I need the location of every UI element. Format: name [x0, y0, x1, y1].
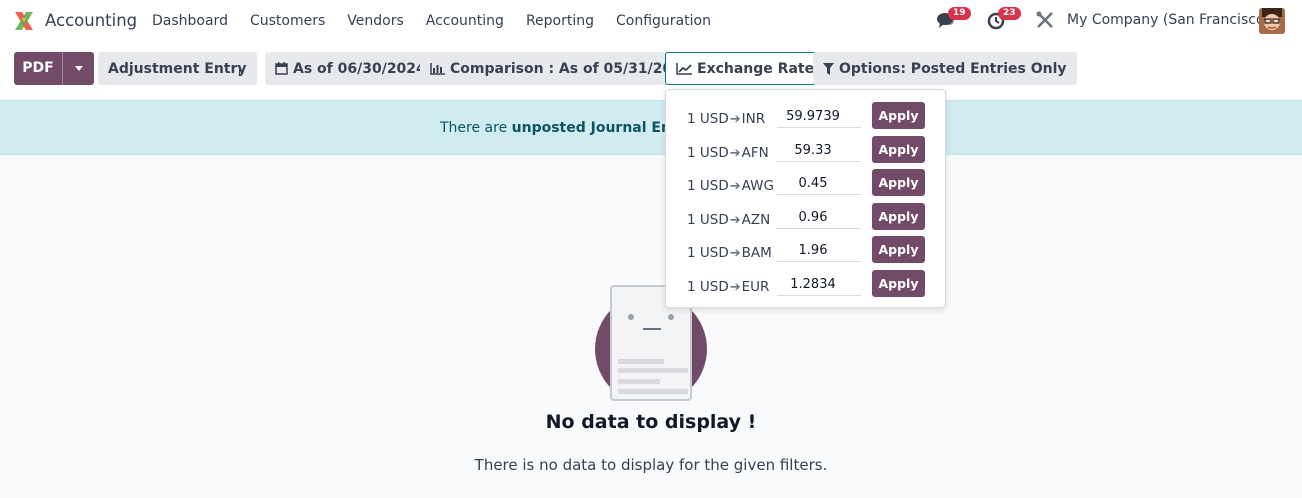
rate-input[interactable]: [777, 274, 861, 296]
rate-base: 1 USD: [687, 212, 729, 228]
empty-state-subtitle: There is no data to display for the give…: [474, 456, 828, 474]
rate-label: 1 USD ➔ AFN: [687, 145, 769, 161]
adjustment-entry-button[interactable]: Adjustment Entry: [98, 52, 257, 85]
apply-button[interactable]: Apply: [872, 169, 925, 196]
rate-base: 1 USD: [687, 145, 729, 161]
caret-down-icon: [74, 66, 83, 71]
rate-row-bam: 1 USD➔BAM Apply: [666, 236, 947, 270]
adjustment-entry-label: Adjustment Entry: [108, 60, 247, 77]
rate-row-afn: 1 USD➔AFN Apply: [666, 136, 947, 170]
messages-badge: 19: [948, 7, 971, 20]
arrow-right-icon: ➔: [729, 279, 741, 295]
rate-base: 1 USD: [687, 178, 729, 194]
rate-base: 1 USD: [687, 245, 729, 261]
unposted-entries-alert: There are unposted Journal Entries: [0, 100, 1302, 155]
rate-row-azn: 1 USD➔AZN Apply: [666, 203, 947, 237]
rate-row-inr: 1 USD➔INR Apply: [666, 102, 947, 136]
rate-input[interactable]: [777, 240, 861, 262]
apply-button[interactable]: Apply: [872, 203, 925, 230]
messages-button[interactable]: 19: [936, 7, 971, 32]
arrow-right-icon: ➔: [729, 245, 741, 261]
menu-customers[interactable]: Customers: [239, 0, 336, 42]
report-content: No data to display ! There is no data to…: [0, 155, 1302, 498]
top-navbar: Accounting Dashboard Customers Vendors A…: [0, 0, 1302, 42]
rate-label: 1 USD ➔ AWG: [687, 178, 774, 194]
menu-accounting[interactable]: Accounting: [415, 0, 515, 42]
rate-input[interactable]: [777, 207, 861, 229]
exchange-rates-dropdown: 1 USD➔INR Apply 1 USD➔AFN Apply 1 USD➔AW…: [665, 89, 946, 308]
apply-button[interactable]: Apply: [872, 236, 925, 263]
bar-chart-icon: [430, 62, 445, 75]
line-chart-icon: [676, 62, 692, 75]
arrow-right-icon: ➔: [729, 212, 741, 228]
rate-row-awg: 1 USD➔AWG Apply: [666, 169, 947, 203]
rate-row-eur: 1 USD➔EUR Apply: [666, 270, 947, 304]
pdf-dropdown-toggle[interactable]: [63, 52, 94, 85]
arrow-right-icon: ➔: [729, 111, 741, 127]
settings-button[interactable]: [1035, 10, 1057, 32]
control-panel: PDF Adjustment Entry As of 06/30/2024 Co…: [0, 42, 1302, 100]
arrow-right-icon: ➔: [729, 145, 741, 161]
menu-reporting[interactable]: Reporting: [515, 0, 605, 42]
apply-button[interactable]: Apply: [872, 136, 925, 163]
toolbar-divider: [239, 65, 240, 75]
rate-currency: INR: [741, 111, 766, 127]
arrow-right-icon: ➔: [729, 178, 741, 194]
date-filter-button[interactable]: As of 06/30/2024: [265, 52, 436, 85]
calendar-icon: [275, 62, 288, 75]
exchange-rates-button[interactable]: Exchange Rates: [665, 52, 834, 85]
rate-label: 1 USD ➔ AZN: [687, 212, 770, 228]
rate-label: 1 USD ➔ EUR: [687, 279, 769, 295]
filter-icon: [823, 62, 834, 75]
rate-currency: AWG: [741, 178, 774, 194]
app-name[interactable]: Accounting: [45, 11, 137, 30]
menu-vendors[interactable]: Vendors: [336, 0, 414, 42]
rate-currency: BAM: [741, 245, 772, 261]
menu-dashboard[interactable]: Dashboard: [141, 0, 239, 42]
empty-state-title: No data to display !: [545, 411, 757, 433]
pdf-button-group: PDF: [14, 52, 94, 85]
tools-icon: [1036, 11, 1053, 28]
main-menu: Dashboard Customers Vendors Accounting R…: [141, 0, 722, 42]
exchange-rates-label: Exchange Rates: [697, 60, 823, 77]
activities-button[interactable]: 23: [986, 7, 1021, 32]
rate-base: 1 USD: [687, 111, 729, 127]
rate-input[interactable]: [777, 106, 861, 128]
rate-base: 1 USD: [687, 279, 729, 295]
rate-currency: EUR: [741, 279, 770, 295]
rate-label: 1 USD ➔ INR: [687, 111, 765, 127]
activities-badge: 23: [998, 7, 1021, 20]
rate-currency: AFN: [741, 145, 769, 161]
comparison-filter-label: Comparison : As of 05/31/2024: [450, 60, 692, 77]
alert-prefix: There are: [440, 120, 512, 136]
rate-input[interactable]: [777, 140, 861, 162]
rate-label: 1 USD ➔ BAM: [687, 245, 772, 261]
apply-button[interactable]: Apply: [872, 102, 925, 129]
user-avatar[interactable]: [1259, 8, 1285, 34]
avatar-face-icon: [1259, 8, 1285, 34]
company-switcher[interactable]: My Company (San Francisco): [1067, 12, 1270, 28]
apply-button[interactable]: Apply: [872, 270, 925, 297]
comparison-filter-button[interactable]: Comparison : As of 05/31/2024: [420, 52, 702, 85]
rate-input[interactable]: [777, 173, 861, 195]
date-filter-label: As of 06/30/2024: [293, 60, 426, 77]
accounting-app-icon[interactable]: [13, 10, 35, 32]
pdf-button[interactable]: PDF: [14, 52, 63, 85]
options-filter-label: Options: Posted Entries Only: [839, 60, 1067, 77]
options-filter-button[interactable]: Options: Posted Entries Only: [813, 52, 1077, 85]
menu-configuration[interactable]: Configuration: [605, 0, 722, 42]
rate-currency: AZN: [741, 212, 771, 228]
